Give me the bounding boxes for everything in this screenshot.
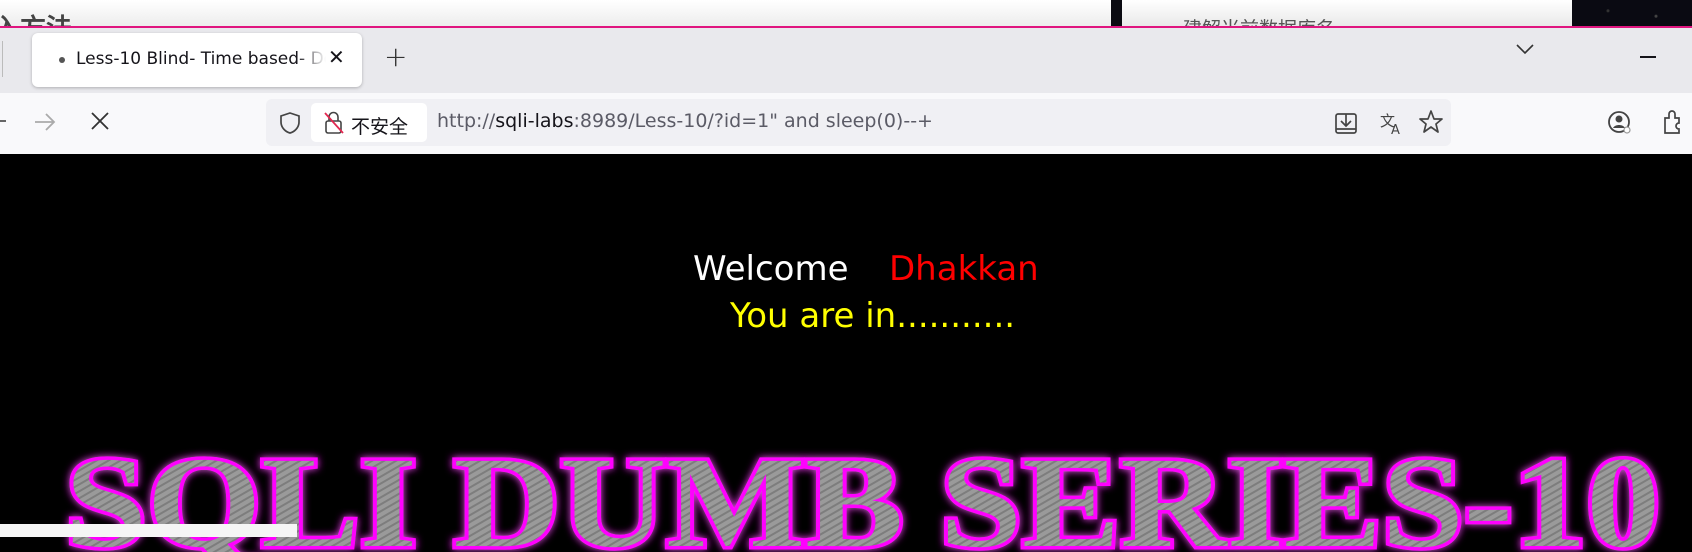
url-bar[interactable]: 不安全 http://sqli-labs:8989/Less-10/?id=1"…	[266, 99, 1451, 146]
url-text[interactable]: http://sqli-labs:8989/Less-10/?id=1" and…	[437, 110, 933, 132]
status-message: You are in...........	[730, 296, 1016, 336]
insecure-lock-icon	[324, 111, 344, 134]
status-bar-overlay	[0, 524, 297, 537]
tab-list-chevron-icon[interactable]	[1515, 42, 1535, 56]
tab-close-button[interactable]: ✕	[328, 45, 345, 69]
background-wallpaper	[1572, 0, 1692, 27]
tab-strip: Less-10 Blind- Time based- Double Quotes…	[0, 28, 1692, 93]
new-tab-button[interactable]: +	[384, 40, 407, 73]
shield-icon[interactable]	[279, 111, 301, 135]
tab-active[interactable]: Less-10 Blind- Time based- Double Quotes…	[32, 33, 362, 87]
sqli-dumb-series-logo: SQLI DUMB SERIES-10	[62, 432, 1664, 552]
translate-icon[interactable]: 文A	[1379, 110, 1405, 136]
not-secure-badge[interactable]: 不安全	[311, 103, 427, 142]
logo-text: SQLI DUMB SERIES-10	[65, 432, 1660, 552]
save-page-icon[interactable]	[1333, 110, 1359, 136]
back-arrow-icon[interactable]	[0, 109, 12, 133]
tab-title: Less-10 Blind- Time based- Double Quotes	[76, 49, 326, 69]
background-window-middle: 建解当前数据库名	[1122, 0, 1572, 27]
user-name: Dhakkan	[889, 249, 1039, 289]
page-content: Welcome Dhakkan You are in........... SQ…	[0, 154, 1692, 552]
url-host: sqli-labs	[495, 110, 574, 132]
stop-loading-icon[interactable]	[88, 109, 112, 133]
bookmark-star-icon[interactable]	[1418, 109, 1444, 135]
welcome-text: Welcome	[693, 249, 849, 289]
svg-text:A: A	[1391, 123, 1400, 136]
not-secure-label: 不安全	[351, 116, 409, 138]
account-icon[interactable]	[1606, 109, 1634, 137]
loading-dot-icon	[59, 57, 65, 63]
tab-separator	[0, 41, 3, 77]
url-scheme: http://	[437, 110, 496, 132]
extensions-icon[interactable]	[1660, 108, 1688, 136]
forward-arrow-icon[interactable]	[32, 109, 58, 135]
minimize-button[interactable]	[1640, 56, 1656, 58]
url-path: :8989/Less-10/?id=1" and sleep(0)--+	[573, 110, 933, 132]
background-text: 入方法	[0, 8, 72, 27]
background-window-left: 入方法	[0, 0, 1111, 27]
background-divider	[1111, 0, 1122, 27]
navigation-bar: 不安全 http://sqli-labs:8989/Less-10/?id=1"…	[0, 93, 1692, 154]
